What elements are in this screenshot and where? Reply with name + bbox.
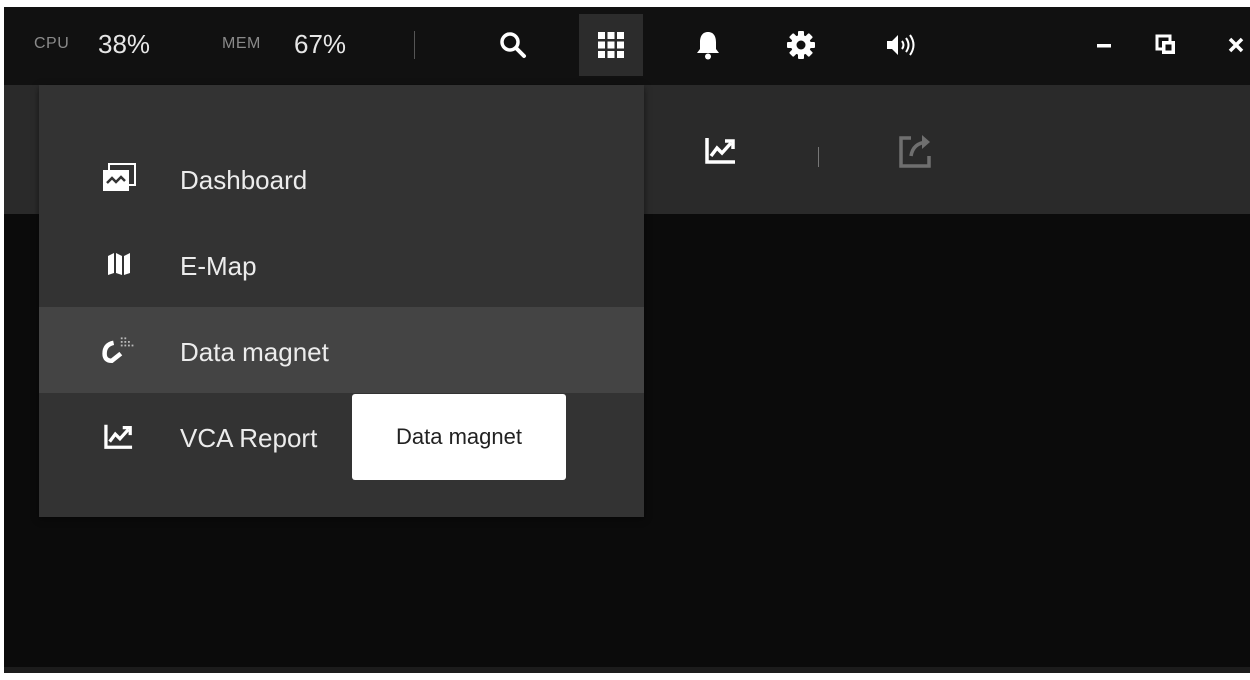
menu-item-label: VCA Report [180, 423, 318, 453]
search-icon [500, 32, 526, 58]
export-button[interactable] [896, 130, 936, 170]
app-window: CPU 38% MEM 67% Dashboard E-Map Data mag… [4, 7, 1250, 673]
restore-button[interactable] [1142, 21, 1190, 69]
vca-report-icon [705, 138, 735, 164]
subbar-divider [818, 147, 819, 167]
notifications-button[interactable] [684, 21, 732, 69]
settings-button[interactable] [777, 21, 825, 69]
mem-label: MEM [222, 35, 261, 52]
menu-item-label: E-Map [180, 251, 257, 281]
dashboard-icon [101, 160, 137, 196]
gear-icon [787, 31, 815, 59]
speaker-icon [887, 34, 915, 56]
restore-icon [1155, 34, 1175, 54]
app-grid-icon [598, 32, 624, 58]
minimize-icon [1097, 44, 1111, 48]
map-icon [101, 246, 137, 282]
top-status-bar: CPU 38% MEM 67% [4, 7, 1250, 85]
menu-item-data-magnet[interactable]: Data magnet [39, 307, 644, 393]
volume-button[interactable] [878, 21, 926, 69]
cpu-label: CPU [34, 35, 70, 52]
topbar-divider [414, 31, 415, 59]
bell-icon [697, 32, 719, 60]
close-button[interactable] [1212, 21, 1250, 69]
menu-item-dashboard[interactable]: Dashboard [39, 135, 644, 221]
mem-value: 67% [294, 29, 347, 59]
bottom-strip [4, 667, 1250, 673]
vca-report-button[interactable] [701, 130, 741, 170]
tooltip: Data magnet [352, 394, 566, 480]
cpu-value: 38% [98, 29, 151, 59]
menu-item-e-map[interactable]: E-Map [39, 221, 644, 307]
minimize-button[interactable] [1080, 21, 1128, 69]
report-chart-icon [101, 418, 137, 454]
export-icon [899, 135, 931, 168]
magnet-icon [101, 332, 137, 368]
menu-item-label: Data magnet [180, 337, 329, 367]
close-icon [1228, 37, 1244, 53]
search-button[interactable] [489, 21, 537, 69]
app-grid-button[interactable] [579, 14, 643, 76]
menu-item-label: Dashboard [180, 165, 308, 195]
